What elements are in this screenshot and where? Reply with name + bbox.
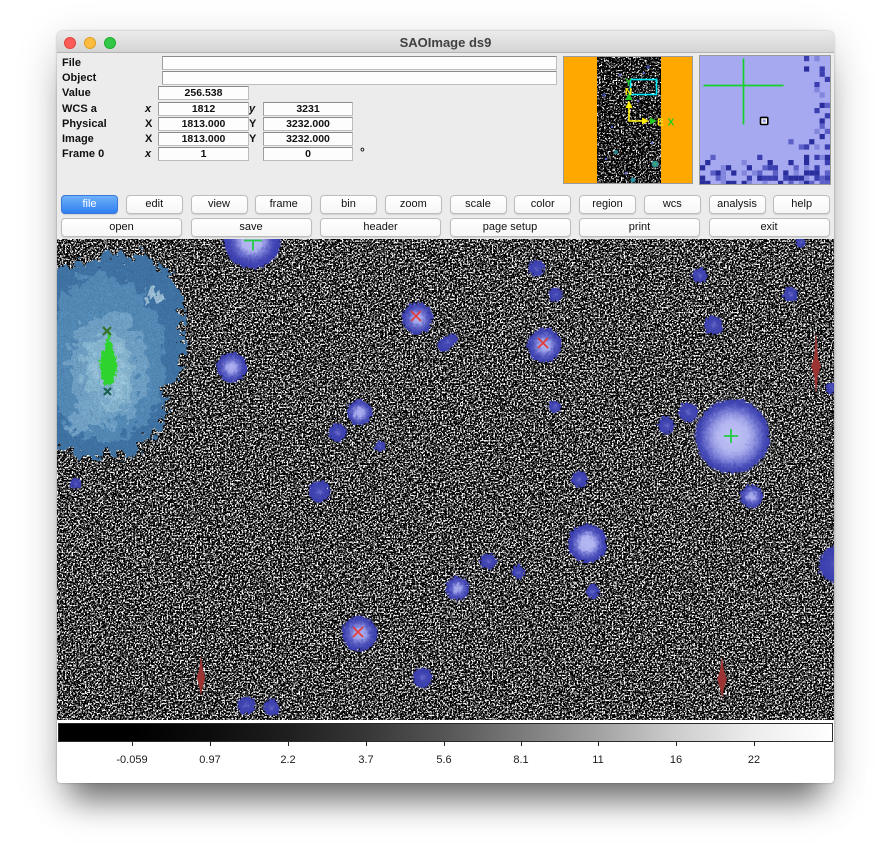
- svg-text:E: E: [657, 118, 664, 129]
- svg-text:N: N: [625, 87, 632, 98]
- svg-text:X: X: [668, 118, 675, 129]
